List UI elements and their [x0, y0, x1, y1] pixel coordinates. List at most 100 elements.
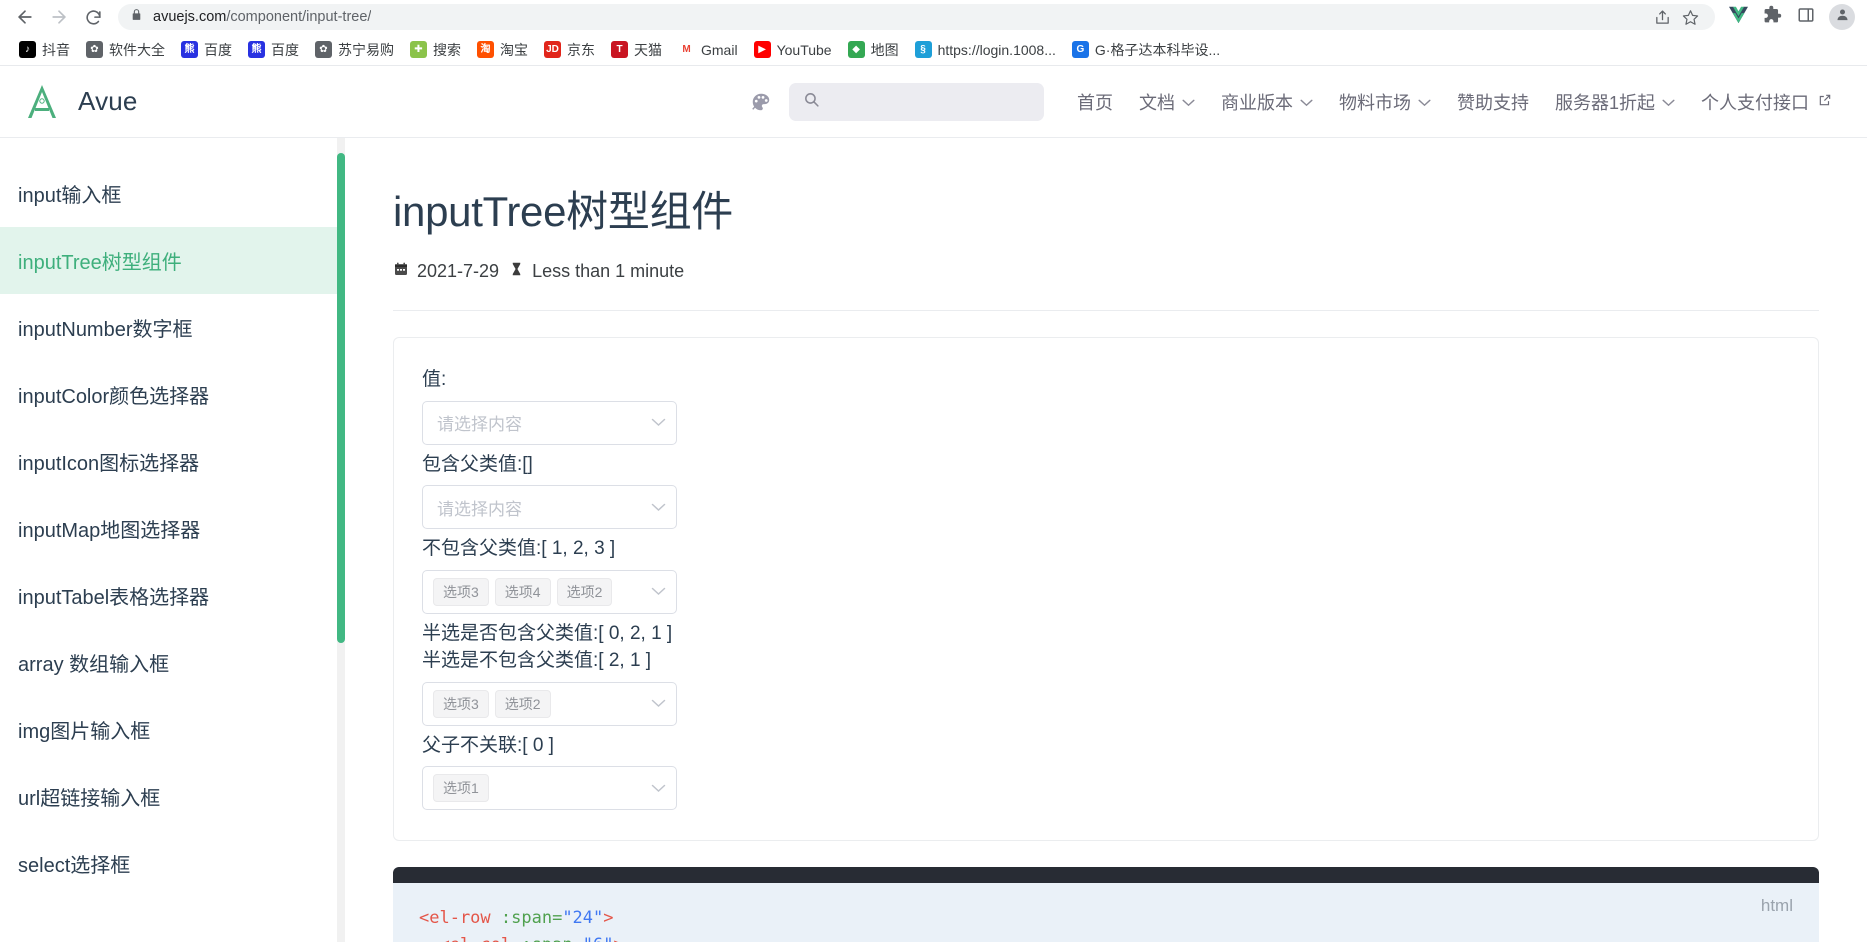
page-body: input输入框 inputTree树型组件 inputNumber数字框 input…	[0, 138, 1867, 942]
brand[interactable]: Avue	[22, 82, 138, 122]
unlinked-select[interactable]: 选项1	[422, 766, 677, 811]
nav-item-label: 服务器1折起	[1554, 92, 1655, 113]
sidebar-item-label: inputTree树型组件	[18, 252, 182, 274]
half-check-select[interactable]: 选项3 选项2	[422, 681, 677, 726]
star-icon[interactable]	[1677, 4, 1703, 30]
bookmark-item[interactable]: 熊百度	[174, 37, 239, 63]
bookmark-item[interactable]: 淘淘宝	[470, 37, 535, 63]
code-block-header	[393, 867, 1819, 884]
bookmark-label: 京东	[567, 41, 595, 58]
nav-item[interactable]: 文档	[1126, 83, 1208, 121]
doc-readtime: Less than 1 minute	[509, 261, 684, 282]
bookmark-item[interactable]: § https://login.1008...	[908, 38, 1063, 61]
extensions-button[interactable]	[1757, 2, 1787, 32]
code-token: "6"	[583, 935, 614, 942]
bookmark-item[interactable]: ✚ 搜索	[403, 37, 468, 63]
exclude-parent-select[interactable]: 选项3 选项4 选项2	[422, 569, 677, 614]
code-token: :span=	[500, 908, 563, 929]
code-language-label: html	[1760, 896, 1793, 916]
sidebar-item-0[interactable]: input输入框	[0, 160, 345, 227]
bookmark-label: 淘宝	[500, 41, 528, 58]
search-input[interactable]	[829, 93, 1030, 110]
sidebar-item-label: inputNumber数字框	[18, 319, 193, 341]
chevron-down-icon[interactable]	[651, 784, 666, 793]
sidebar-item-10[interactable]: select选择框	[0, 830, 345, 897]
select-tag[interactable]: 选项1	[433, 774, 489, 803]
sidebar-item-2[interactable]: inputNumber数字框	[0, 294, 345, 361]
nav-item-label: 文档	[1138, 92, 1175, 113]
site-nav: 首页 文档 商业版本 物料市场 赞助支持 服务器1折起 个人支付接口	[1064, 83, 1845, 121]
sidebar-item-8[interactable]: img图片输入框	[0, 696, 345, 763]
nav-item[interactable]: 首页	[1064, 83, 1126, 121]
bookmark-item[interactable]: 熊百度	[241, 37, 306, 63]
nav-item[interactable]: 物料市场	[1326, 83, 1444, 121]
profile-button[interactable]	[1829, 4, 1855, 30]
sidebar-item-3[interactable]: inputColor颜色选择器	[0, 361, 345, 428]
sidebar-item-1[interactable]: inputTree树型组件	[0, 227, 345, 294]
bookmark-item[interactable]: ✿ 软件大全	[79, 37, 172, 63]
code-lines: <el-row :span="24"> <el-col :span="6"> 值…	[419, 905, 1793, 942]
code-block: html <el-row :span="24"> <el-col :span="…	[393, 867, 1819, 942]
chevron-down-icon[interactable]	[651, 503, 666, 512]
bookmark-label: 百度	[271, 41, 299, 58]
sidebar-item-5[interactable]: inputMap地图选择器	[0, 495, 345, 562]
demo-card: 值: 请选择内容 包含父类值:[] 请选择内容 不包含父类值:[ 1, 2, 3 ] 选项…	[393, 337, 1819, 842]
nav-item[interactable]: 个人支付接口	[1688, 83, 1845, 121]
sidebar-scrollbar-track[interactable]	[337, 138, 345, 942]
palette-icon[interactable]	[747, 88, 775, 116]
bookmark-label: 抖音	[42, 41, 70, 58]
chevron-down-icon[interactable]	[651, 418, 666, 427]
select-tag[interactable]: 选项2	[556, 577, 613, 606]
brand-name: Avue	[78, 86, 138, 116]
bookmark-label: 搜索	[433, 41, 461, 58]
search-box[interactable]	[788, 82, 1044, 121]
bookmark-item[interactable]: ✿ 苏宁易购	[308, 37, 401, 63]
link-icon: §	[914, 41, 932, 58]
include-parent-select[interactable]: 请选择内容	[422, 485, 677, 530]
code-token: <el-row	[419, 908, 501, 929]
back-button[interactable]	[10, 2, 40, 32]
select-tag[interactable]: 选项3	[433, 577, 489, 606]
select-tag[interactable]: 选项3	[433, 689, 489, 718]
sidebar-item-9[interactable]: url超链接输入框	[0, 763, 345, 830]
sidebar-item-label: input输入框	[18, 185, 122, 207]
nav-item[interactable]: 赞助支持	[1444, 83, 1542, 121]
reload-button[interactable]	[78, 2, 108, 32]
select-tag[interactable]: 选项2	[494, 689, 551, 718]
doc-readtime-text: Less than 1 minute	[532, 261, 685, 281]
sidebar-item-label: url超链接输入框	[18, 788, 161, 810]
bookmark-item[interactable]: ◆ 地图	[841, 37, 906, 63]
main-content: inputTree树型组件 2021-7-29 Less than 1 minu…	[345, 138, 1867, 942]
sidebar-item-4[interactable]: inputIcon图标选择器	[0, 428, 345, 495]
bookmark-label: G·格子达本科毕设...	[1094, 41, 1221, 58]
vue-devtools-button[interactable]	[1723, 2, 1753, 32]
nav-item[interactable]: 商业版本	[1208, 83, 1326, 121]
field-label: 父子不关联:[ 0 ]	[422, 734, 554, 756]
bookmark-label: 软件大全	[109, 41, 165, 58]
share-icon[interactable]	[1649, 4, 1675, 30]
demo-field-4: 父子不关联:[ 0 ] 选项1	[422, 732, 1790, 811]
nav-item-label: 首页	[1076, 92, 1113, 113]
bookmark-item[interactable]: T 天猫	[604, 37, 669, 63]
bookmark-item[interactable]: JD 京东	[537, 37, 602, 63]
nav-item[interactable]: 服务器1折起	[1542, 83, 1688, 121]
chevron-down-icon[interactable]	[651, 587, 666, 596]
sidebar-scrollbar-thumb[interactable]	[337, 153, 345, 643]
bookmark-item[interactable]: M Gmail	[671, 38, 745, 61]
address-bar[interactable]: avuejs.com/component/input-tree/	[118, 4, 1715, 30]
value-select[interactable]: 请选择内容	[422, 400, 677, 445]
forward-button[interactable]	[44, 2, 74, 32]
select-tag[interactable]: 选项4	[494, 577, 551, 606]
code-block-body[interactable]: html <el-row :span="24"> <el-col :span="…	[393, 883, 1819, 942]
sidebar-item-6[interactable]: inputTabel表格选择器	[0, 562, 345, 629]
demo-field-3: 半选是否包含父类值:[ 0, 2, 1 ] 半选是不包含父类值:[ 2, 1 ] 选…	[422, 620, 1790, 726]
chevron-down-icon[interactable]	[651, 699, 666, 708]
bookmark-item[interactable]: ▶ YouTube	[747, 38, 839, 61]
bookmark-item[interactable]: ♪ 抖音	[12, 37, 77, 63]
bookmark-item[interactable]: G G·格子达本科毕设...	[1065, 37, 1227, 63]
side-panel-button[interactable]	[1791, 2, 1821, 32]
omnibox-actions	[1649, 4, 1703, 30]
gezida-icon: G	[1071, 41, 1089, 58]
sidebar-item-7[interactable]: array 数组输入框	[0, 629, 345, 696]
